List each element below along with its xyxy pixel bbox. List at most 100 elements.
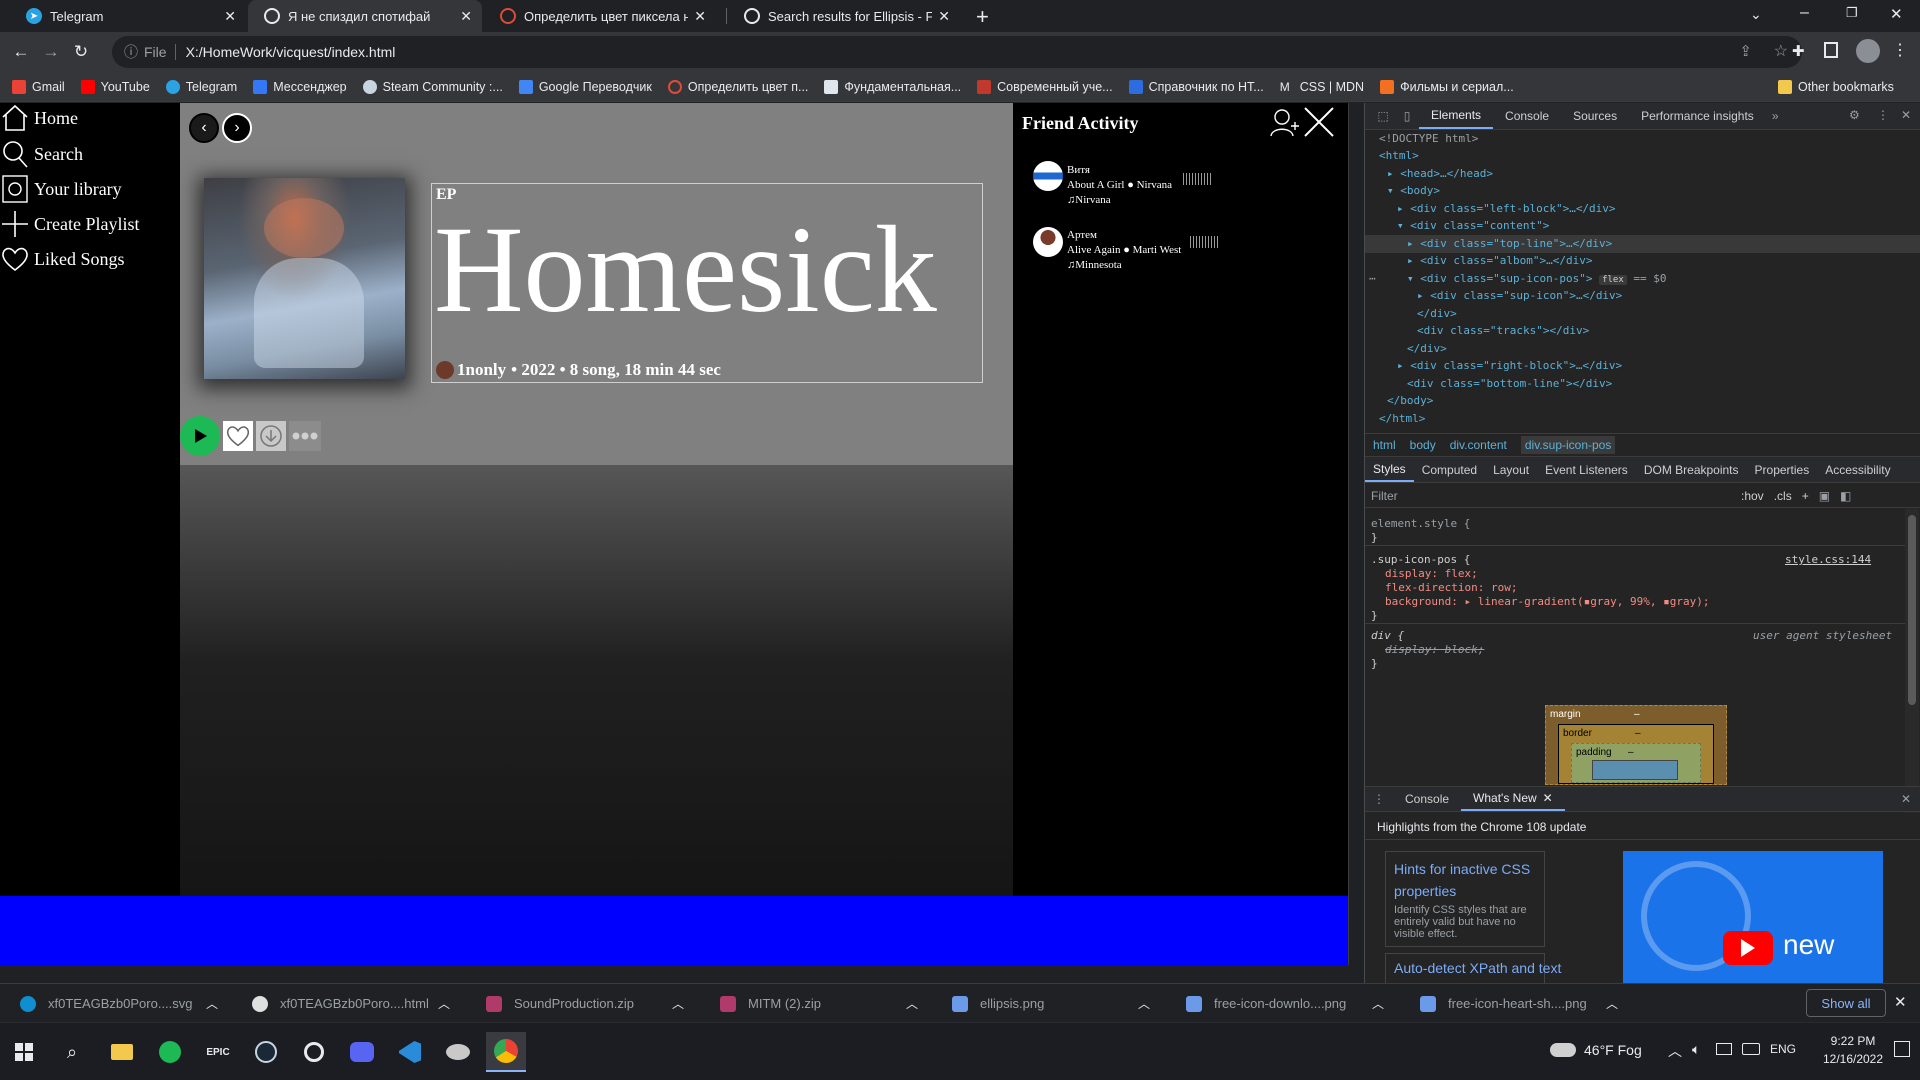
feature-card-title[interactable]: Hints for inactive CSS properties [1394, 858, 1536, 902]
drawer-tab-console[interactable]: Console [1393, 787, 1461, 811]
bookmark-steam[interactable]: Steam Community :... [362, 79, 503, 94]
css-declaration[interactable]: display: flex; [1385, 567, 1478, 581]
language-indicator[interactable]: ENG [1770, 1042, 1796, 1056]
play-button[interactable] [180, 416, 220, 456]
tab-pixel-color[interactable]: Определить цвет пиксела на ка ✕ [484, 0, 716, 32]
side-panel-icon[interactable] [1824, 42, 1838, 58]
search-icon[interactable]: ⌕ [52, 1032, 92, 1072]
drawer-menu-icon[interactable]: ⋮ [1373, 792, 1385, 806]
share-icon[interactable]: ⇪ [1739, 42, 1752, 60]
breadcrumb-item[interactable]: html [1373, 438, 1396, 452]
sup-icon-pos-selector[interactable]: .sup-icon-pos { [1371, 553, 1470, 567]
download-item[interactable]: free-icon-downlo....png ︿ [1186, 984, 1386, 1023]
restore-button[interactable]: ❐ [1846, 5, 1858, 21]
clock[interactable]: 9:22 PM 12/16/2022 [1818, 1032, 1888, 1068]
nav-your-library[interactable]: Your library [0, 174, 122, 204]
drawer-tab-whats-new[interactable]: What's New ✕ [1461, 787, 1565, 811]
download-item[interactable]: xf0TEAGBzb0Poro....svg ︿ [20, 984, 220, 1023]
bookmark-google-translate[interactable]: Google Переводчик [518, 79, 652, 94]
device-toolbar-icon[interactable]: ▯ [1395, 109, 1419, 123]
element-style-rule[interactable]: element.style { [1371, 517, 1470, 531]
friend-entry[interactable]: Артем Alive Again ● Marti West ♫Minnesot… [1067, 228, 1181, 273]
dom-node[interactable]: <div class="bottom-line"></div> [1407, 375, 1612, 393]
minimize-button[interactable]: – [1800, 4, 1809, 22]
tab-event-listeners[interactable]: Event Listeners [1537, 457, 1636, 482]
nav-create-playlist[interactable]: Create Playlist [0, 209, 139, 239]
download-item[interactable]: xf0TEAGBzb0Poro....html ︿ [252, 984, 452, 1023]
chevron-up-icon[interactable]: ︿ [1138, 995, 1150, 1012]
more-options-button[interactable] [289, 421, 321, 451]
address-bar[interactable]: ⓘ File X:/HomeWork/vicquest/index.html ⇪… [112, 36, 1802, 68]
tray-overflow-icon[interactable]: ︿ [1668, 1041, 1682, 1061]
paint-icon[interactable]: ▣ [1819, 489, 1830, 503]
dom-node[interactable]: ▸ <div class="albom">…</div> [1407, 252, 1592, 270]
network-icon[interactable] [1716, 1043, 1732, 1055]
app-icon[interactable] [438, 1032, 478, 1072]
close-drawer-icon[interactable]: ✕ [1901, 792, 1911, 806]
weather-widget[interactable]: 46°F Fog [1550, 1042, 1642, 1058]
dom-node[interactable]: ▸ <head>…</head> [1387, 165, 1493, 183]
scrollbar-thumb[interactable] [1908, 515, 1916, 705]
feature-card-title[interactable]: Auto-detect XPath and text [1394, 960, 1561, 976]
new-tab-button[interactable]: + [976, 4, 989, 30]
bookmark-messenger[interactable]: Мессенджер [253, 79, 347, 94]
notifications-icon[interactable] [1894, 1041, 1910, 1057]
filter-input[interactable]: Filter [1371, 489, 1741, 503]
dom-node[interactable]: ▾ <div class="content"> [1397, 217, 1549, 235]
tab-telegram[interactable]: ➤ Telegram ✕ [10, 0, 246, 32]
new-rule-button[interactable]: + [1802, 489, 1809, 503]
nav-search[interactable]: Search [0, 139, 83, 169]
reload-button[interactable]: ↻ [66, 37, 96, 67]
dom-node[interactable]: </body> [1387, 392, 1433, 410]
file-explorer-icon[interactable] [102, 1032, 142, 1072]
css-declaration[interactable]: flex-direction: row; [1385, 581, 1517, 595]
epic-games-icon[interactable]: EPIC [198, 1032, 238, 1072]
dom-node[interactable]: </div> [1407, 340, 1447, 358]
dom-node[interactable]: </html> [1379, 410, 1425, 428]
ubisoft-icon[interactable] [294, 1032, 334, 1072]
close-tab-icon[interactable]: ✕ [224, 8, 236, 25]
tab-elements[interactable]: Elements [1419, 103, 1494, 129]
chevron-up-icon[interactable]: ︿ [438, 995, 450, 1012]
dom-node[interactable]: <!DOCTYPE html> [1379, 130, 1478, 148]
inspect-icon[interactable]: ⬚ [1371, 109, 1395, 123]
dom-node[interactable]: ▸ <div class="sup-icon">…</div> [1417, 287, 1622, 305]
back-button[interactable]: ← [6, 37, 36, 67]
chevron-up-icon[interactable]: ︿ [672, 995, 684, 1012]
box-model-content[interactable] [1592, 760, 1678, 780]
box-model-border[interactable]: border – padding – [1558, 724, 1714, 784]
chevron-up-icon[interactable]: ︿ [906, 995, 918, 1012]
chevron-up-icon[interactable]: ︿ [1372, 995, 1384, 1012]
volume-icon[interactable]: 🔈︎ [1692, 1041, 1700, 1058]
download-item[interactable]: free-icon-heart-sh....png ︿ [1420, 984, 1620, 1023]
tab-search-icon[interactable]: ⌄ [1750, 6, 1762, 23]
bookmark-gmail[interactable]: Gmail [12, 79, 65, 94]
close-tab-icon[interactable]: ✕ [694, 8, 706, 25]
star-icon[interactable]: ☆ [1774, 41, 1788, 61]
close-tab-icon[interactable]: ✕ [1543, 791, 1553, 805]
bookmark-youtube[interactable]: YouTube [80, 79, 150, 94]
add-friend-icon[interactable] [1269, 106, 1299, 138]
tab-accessibility[interactable]: Accessibility [1817, 457, 1898, 482]
tab-styles[interactable]: Styles [1365, 457, 1414, 482]
close-window-button[interactable]: ✕ [1890, 5, 1903, 23]
spotify-icon[interactable] [150, 1032, 190, 1072]
tab-properties[interactable]: Properties [1747, 457, 1818, 482]
dom-node[interactable]: ▸ <div class="right-block">…</div> [1397, 357, 1622, 375]
chrome-icon[interactable] [486, 1032, 526, 1072]
dom-node-options-icon[interactable]: ⋯ [1369, 270, 1376, 288]
bookmark-fundamental[interactable]: Фундаментальная... [824, 79, 961, 94]
breadcrumb-item[interactable]: body [1410, 438, 1436, 452]
windows-start-icon[interactable] [4, 1032, 44, 1072]
bookmark-html-reference[interactable]: Справочник по HT... [1128, 79, 1264, 94]
tab-sources[interactable]: Sources [1561, 103, 1629, 129]
css-declaration[interactable]: background: ▸ linear-gradient(▪gray, 99%… [1385, 595, 1710, 609]
tab-console[interactable]: Console [1493, 103, 1561, 129]
dom-node[interactable]: <div class="tracks"></div> [1417, 322, 1589, 340]
close-tab-icon[interactable]: ✕ [460, 8, 472, 25]
close-icon[interactable] [1303, 106, 1335, 138]
close-devtools-icon[interactable]: ✕ [1901, 108, 1911, 122]
forward-button[interactable]: → [36, 37, 66, 67]
dom-node[interactable]: ▸ <div class="top-line">…</div> [1407, 235, 1612, 253]
breadcrumb-item[interactable]: div.content [1450, 438, 1507, 452]
